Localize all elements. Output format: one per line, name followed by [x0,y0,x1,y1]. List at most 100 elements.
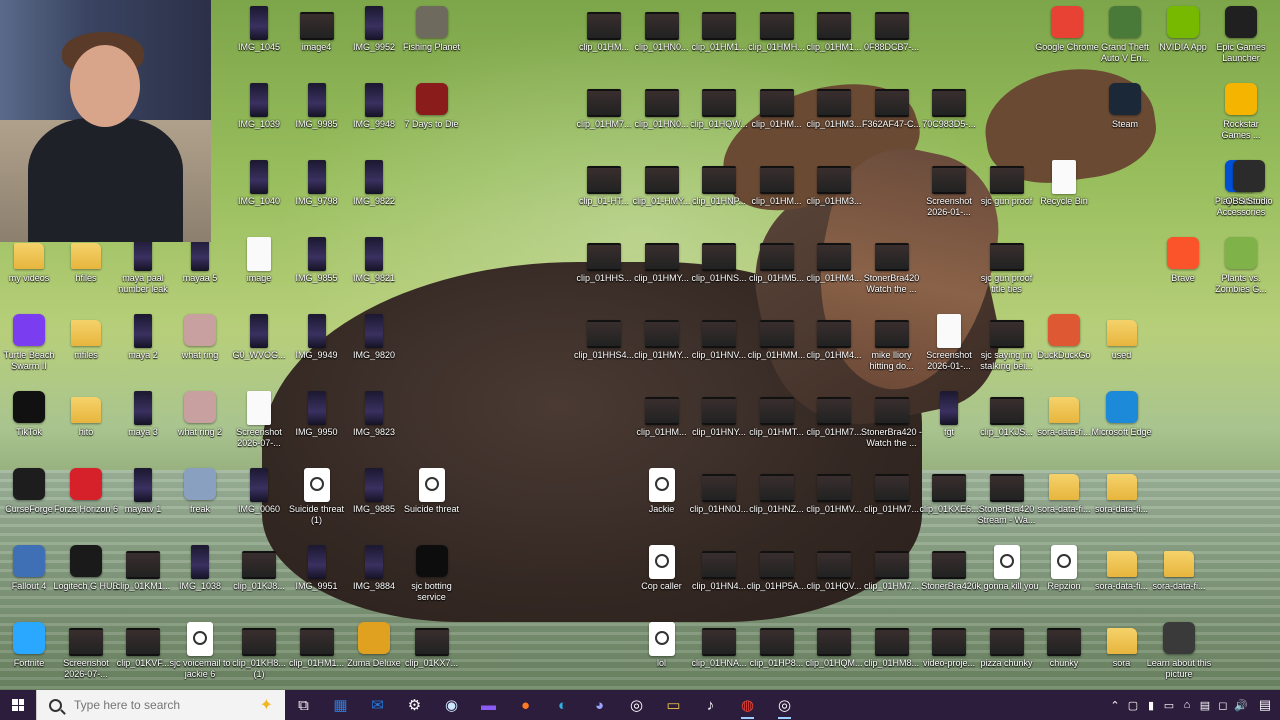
desktop-icon[interactable]: IMG_9823 [345,387,403,461]
desktop-icon[interactable]: clip_01KXE6... [919,464,979,538]
desktop-icon[interactable]: clip_01KX7... [403,618,461,692]
desktop-icon[interactable]: Screenshot 2026-07-... [230,387,288,461]
desktop-icon[interactable]: Fallout 4 [0,541,58,615]
desktop-icon[interactable]: Recycle Bin [1035,156,1093,230]
desktop-icon[interactable]: Forza Horizon 6 [54,464,118,538]
desktop-icon[interactable]: Steam [1096,79,1154,153]
tray-icon[interactable]: 🔊 [1232,699,1250,712]
desktop-icon[interactable]: chunky [1035,618,1093,692]
desktop-icon[interactable]: clip_01HQV... [805,541,863,615]
desktop-icon[interactable]: IMG_9951 [288,541,346,615]
taskbar-obs-button[interactable]: ◎ [618,690,655,720]
desktop-icon[interactable]: mfiles [57,310,115,384]
desktop-icon[interactable]: clip_01HM... [633,387,691,461]
taskbar-tiktok-button[interactable]: ♪ [692,690,729,720]
desktop-icon[interactable]: clip_01KVF... [114,618,172,692]
desktop-icon[interactable]: IMG_9950 [288,387,346,461]
desktop-icon[interactable]: G0_WVOG... [230,310,288,384]
desktop-icon[interactable]: Screenshot 2026-01-... [920,156,978,230]
desktop-icon[interactable]: Screenshot 2026-07-... [57,618,115,692]
desktop-icon[interactable]: what ring [171,310,229,384]
desktop-icon[interactable]: clip_01HM4... [805,233,863,307]
desktop-icon[interactable]: clip_01HMH... [748,2,806,76]
desktop-icon[interactable]: clip_01KJ8... [230,541,288,615]
desktop-icon[interactable]: freak [171,464,229,538]
desktop-icon[interactable]: clip_01KM1... [114,541,172,615]
taskbar-settings-button[interactable]: ⚙ [396,690,433,720]
desktop-icon[interactable]: clip_01HM1... [288,618,346,692]
desktop-icon[interactable]: Rockstar Games ... [1212,79,1270,153]
desktop-icon[interactable]: Cop caller [633,541,691,615]
start-button[interactable] [0,690,36,720]
desktop-icon[interactable]: used [1093,310,1151,384]
desktop-icon[interactable]: clip_01HM7... [863,464,921,538]
desktop-icon[interactable]: IMG_1038 [171,541,229,615]
desktop-icon[interactable]: clip_01HM5... [748,233,806,307]
desktop-icon[interactable]: Turtle Beach Swarm II [0,310,58,384]
desktop-icon[interactable]: sora-data-fi... [1093,464,1151,538]
taskbar-outlook-button[interactable]: ✉ [359,690,396,720]
desktop-icon[interactable]: clip_01HMY... [633,310,691,384]
desktop-icon[interactable]: clip_01HNS... [690,233,748,307]
desktop-icon[interactable]: clip_01-HMY... [633,156,691,230]
desktop-icon[interactable]: video-proje... [920,618,978,692]
taskbar-edge-button[interactable]: ◐ [544,690,581,720]
desktop-icon[interactable]: 7 Days to Die [403,79,461,153]
desktop-icon[interactable]: maya paal number leak [114,233,172,307]
desktop-icon[interactable]: clip_01HM1... [690,2,748,76]
desktop-icon[interactable]: sora-data-fi... [1150,541,1208,615]
desktop-icon[interactable]: IMG_0060 [230,464,288,538]
desktop-icon[interactable]: IMG_9949 [288,310,346,384]
desktop-icon[interactable]: Zuma Deluxe [345,618,403,692]
desktop-icon[interactable]: TikTok [0,387,58,461]
desktop-icon[interactable]: Suicide threat (1) [288,464,346,538]
desktop-icon[interactable]: IMG_9948 [345,79,403,153]
desktop-icon[interactable]: fgt [920,387,978,461]
desktop-icon[interactable]: Suicide threat [403,464,461,538]
desktop-icon[interactable]: sjc gun proof title ties [978,233,1036,307]
desktop-icon[interactable]: clip_01HM3... [805,79,863,153]
desktop-icon[interactable]: OBS Studio [1220,156,1278,230]
desktop-icon[interactable]: clip_01HP8... [748,618,806,692]
taskbar-file-explorer-button[interactable]: ▭ [655,690,692,720]
desktop-icon[interactable]: sjc voicemail to jackie 6 [169,618,231,692]
taskbar-search[interactable]: ✦ [36,690,285,720]
tray-icon[interactable]: ⌃ [1106,699,1124,712]
desktop-icon[interactable]: Jackie [633,464,691,538]
taskbar-firefox-button[interactable]: ● [507,690,544,720]
tray-icon[interactable]: ▮ [1142,699,1160,712]
notification-center-icon[interactable]: ▤ [1250,697,1280,713]
desktop-icon[interactable]: clip_01HM... [575,2,633,76]
desktop-icon[interactable]: clip_01HMY... [633,233,691,307]
desktop-icon[interactable]: image [230,233,288,307]
desktop-icon[interactable]: clip_01HNA... [690,618,748,692]
taskbar-app-purple-button[interactable]: ▬ [470,690,507,720]
tray-icon[interactable]: ▢ [1124,699,1142,712]
desktop-icon[interactable]: 70C983D5-... [920,79,978,153]
desktop-icon[interactable]: clip_01HM8... [863,618,921,692]
desktop-icon[interactable]: NVIDIA App [1154,2,1212,76]
desktop-icon[interactable]: clip_01HMM... [748,310,806,384]
desktop-icon[interactable]: clip_01HN4... [690,541,748,615]
desktop-icon[interactable]: image4 [288,2,346,76]
desktop-icon[interactable]: Plants vs. Zombies G... [1212,233,1270,307]
desktop-icon[interactable]: maya 2 [114,310,172,384]
desktop-icon[interactable]: clip_01HM7... [575,79,633,153]
desktop-icon[interactable]: clip_01HQM... [805,618,863,692]
desktop-icon[interactable]: IMG_9855 [288,233,346,307]
taskbar-steam-button[interactable]: ◉ [433,690,470,720]
desktop-icon[interactable]: clip_01HQW... [690,79,748,153]
desktop-icon[interactable]: mike lliory hitting do... [863,310,921,384]
desktop-icon[interactable]: Logitech G HUB [53,541,119,615]
desktop-icon[interactable]: clip_01HM7... [805,387,863,461]
desktop-icon[interactable]: maya 3 [114,387,172,461]
desktop-icon[interactable]: clip_01HMT... [748,387,806,461]
search-highlight-icon[interactable]: ✦ [260,695,273,715]
desktop-icon[interactable]: Grand Theft Auto V En... [1096,2,1154,76]
desktop-icon[interactable]: what ring 2 [171,387,229,461]
desktop-icon[interactable]: StonerBra420 Watch the ... [863,233,921,307]
desktop-icon[interactable]: Fishing Planet [403,2,461,76]
desktop-icon[interactable]: clip_01KH8... (1) [230,618,288,692]
taskbar-obs-2-button[interactable]: ◎ [766,690,803,720]
desktop-icon[interactable]: clip_01HNP... [690,156,748,230]
